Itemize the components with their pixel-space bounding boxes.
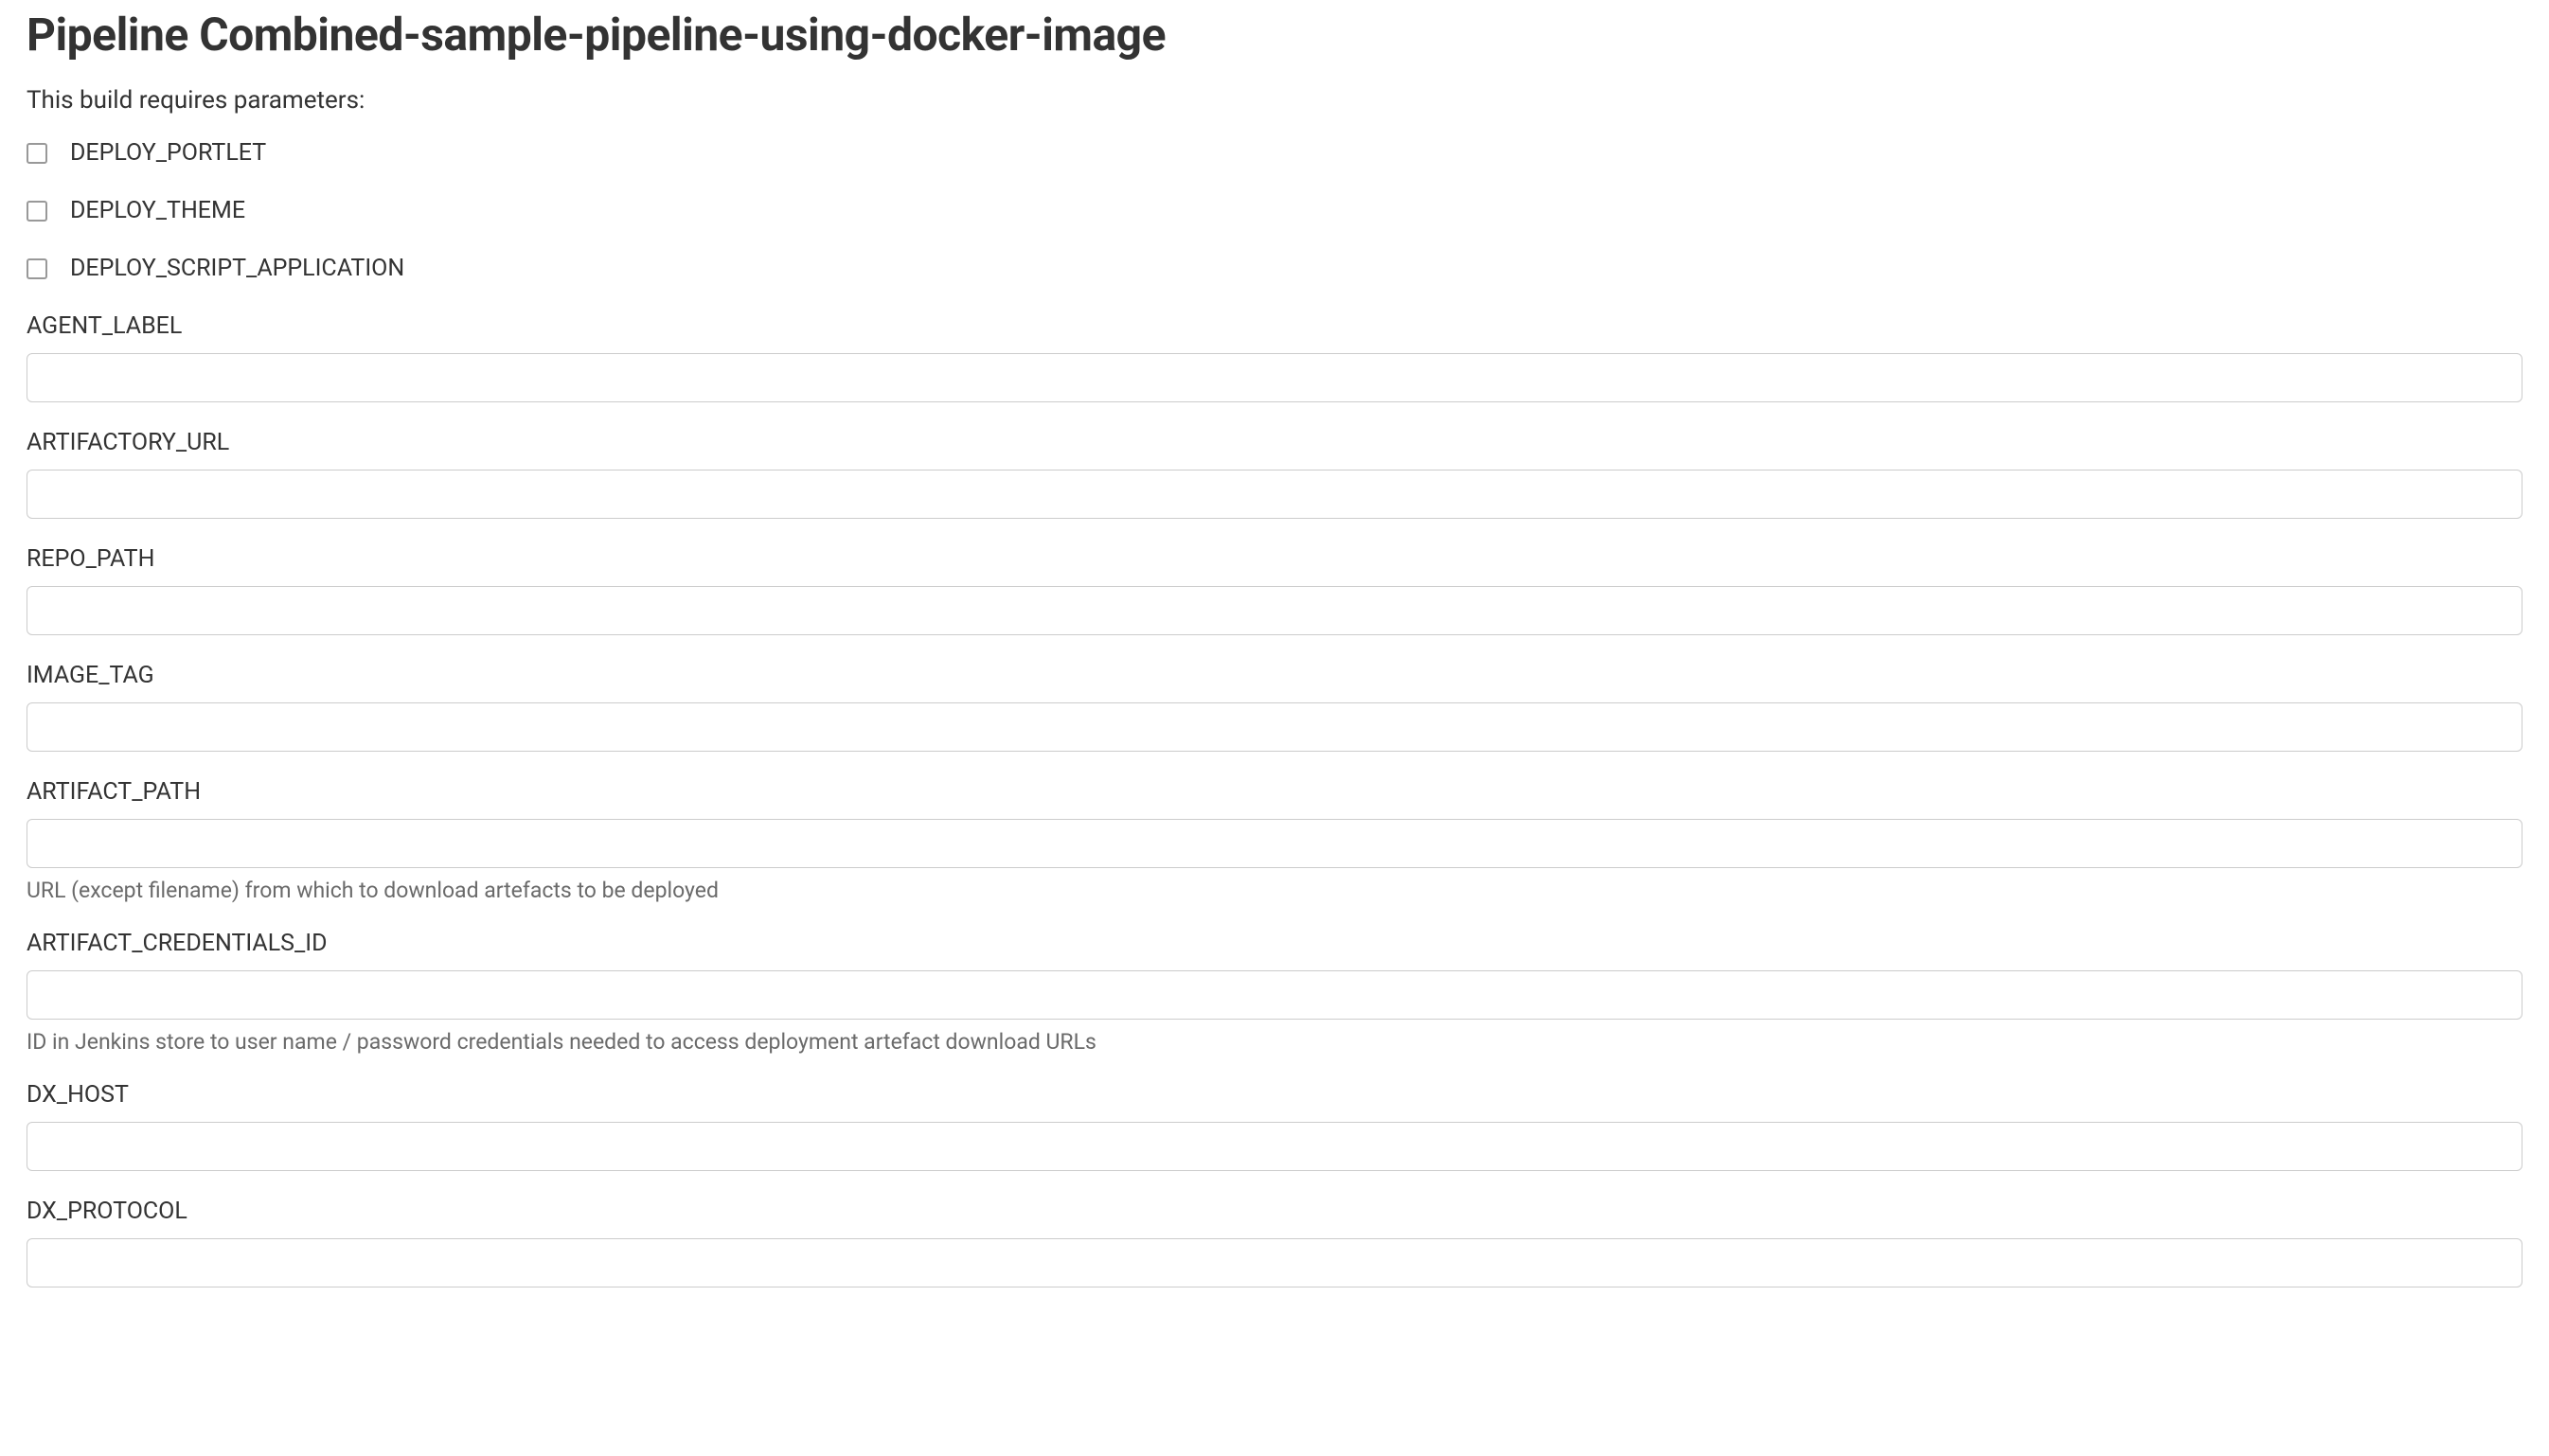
image-tag-input[interactable]	[27, 702, 2522, 752]
artifact-credentials-id-help: ID in Jenkins store to user name / passw…	[27, 1029, 2522, 1055]
parameters-subtitle: This build requires parameters:	[27, 86, 2522, 115]
page-title: Pipeline Combined-sample-pipeline-using-…	[27, 8, 2522, 62]
dx-protocol-label: DX_PROTOCOL	[27, 1198, 2522, 1225]
dx-host-label: DX_HOST	[27, 1081, 2522, 1109]
artifact-path-label: ARTIFACT_PATH	[27, 778, 2522, 806]
artifact-path-help: URL (except filename) from which to down…	[27, 878, 2522, 903]
artifactory-url-label: ARTIFACTORY_URL	[27, 429, 2522, 456]
dx-host-input[interactable]	[27, 1122, 2522, 1171]
deploy-theme-checkbox[interactable]	[27, 201, 47, 222]
repo-path-input[interactable]	[27, 586, 2522, 635]
artifact-credentials-id-label: ARTIFACT_CREDENTIALS_ID	[27, 930, 2522, 957]
deploy-portlet-label: DEPLOY_PORTLET	[70, 139, 266, 167]
deploy-script-application-checkbox[interactable]	[27, 258, 47, 279]
agent-label-label: AGENT_LABEL	[27, 312, 2522, 340]
deploy-script-application-label: DEPLOY_SCRIPT_APPLICATION	[70, 255, 404, 282]
dx-protocol-input[interactable]	[27, 1238, 2522, 1287]
deploy-theme-label: DEPLOY_THEME	[70, 197, 245, 224]
agent-label-input[interactable]	[27, 353, 2522, 402]
repo-path-label: REPO_PATH	[27, 545, 2522, 573]
deploy-portlet-checkbox[interactable]	[27, 143, 47, 164]
artifact-credentials-id-input[interactable]	[27, 970, 2522, 1020]
image-tag-label: IMAGE_TAG	[27, 662, 2522, 689]
artifact-path-input[interactable]	[27, 819, 2522, 868]
artifactory-url-input[interactable]	[27, 470, 2522, 519]
